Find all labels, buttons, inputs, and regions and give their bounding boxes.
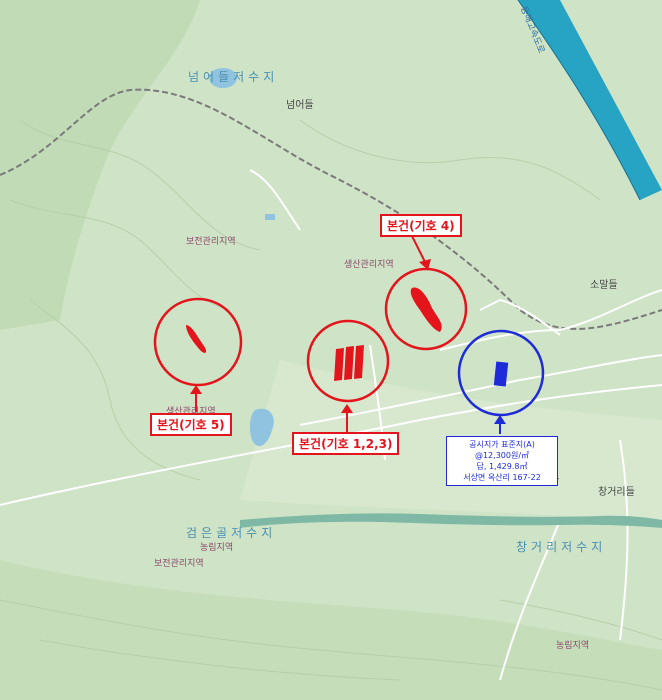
reference-line-2: @12,300원/㎡ [474,451,530,460]
zone-label-5: 보전관리지역 [154,559,204,569]
reference-line-3: 답, 1,429.8㎡ [476,462,528,471]
village-somaldeul-label: 소말들 [590,280,618,291]
reservoir-north-label: 넘어들저수지 [188,70,279,84]
parcel-3-shape [354,345,364,379]
map-view[interactable]: 넘어들저수지 넘어들 보전관리지역 생산관리지역 소말들 생산관리지역 검은골저… [0,0,662,700]
parcel-5-shape [186,325,207,353]
zone-label-2: 생산관리지역 [344,260,394,270]
reference-line-4: 서상면 옥산리 167-22 [463,473,541,482]
village-north-label: 넘어들 [286,100,314,111]
map-base-layer [0,0,662,700]
mountain-shading-south [0,560,662,700]
zone-label-4: 농림지역 [200,543,234,553]
mountain-shading [0,0,200,330]
parcel-2-shape [344,346,354,380]
parcels-1-2-3-callout: 본건(기호 1,2,3) [292,432,400,455]
reference-land-infobox: 공시지가 표준지(A) @12,300원/㎡ 답, 1,429.8㎡ 서상면 옥… [446,436,558,486]
reference-parcel-shape [493,361,509,387]
reservoir-changgeori-label: 창거리저수지 [516,540,607,554]
parcel-4-shape [410,287,442,332]
parcel-5-arrow-head [190,385,202,394]
parcel-5-callout: 본건(기호 5) [150,413,232,436]
reservoir-south-label: 검은골저수지 [186,526,277,540]
parcels-1-2-3-shapes [334,345,364,381]
small-pond [265,214,275,220]
zone-label-6: 농림지역 [556,641,590,651]
reference-line-1: 공시지가 표준지(A) [469,440,535,449]
zone-label-1: 보전관리지역 [186,237,236,247]
village-changgeori-label: 창거리들 [598,487,635,498]
parcel-4-callout: 본건(기호 4) [380,214,462,237]
